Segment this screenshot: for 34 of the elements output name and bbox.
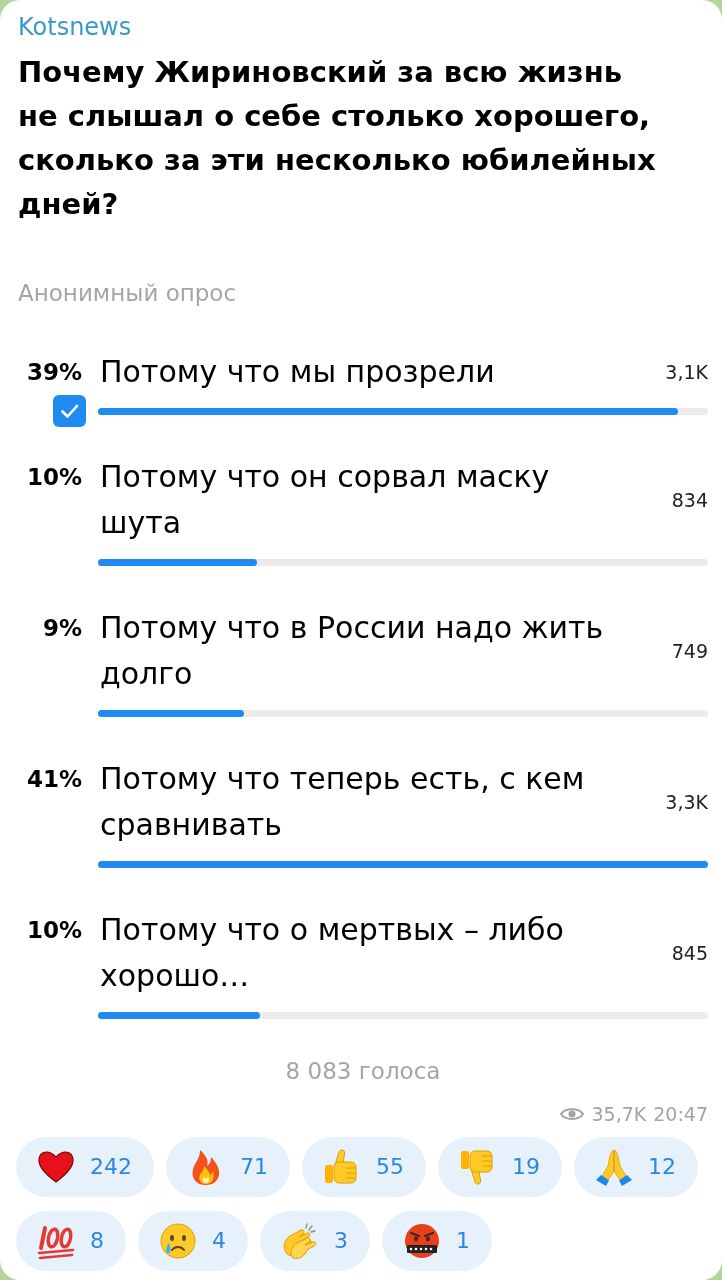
reaction-button[interactable]: 19 xyxy=(438,1137,562,1197)
vote-count: 3,3K xyxy=(665,790,708,814)
vote-count: 834 xyxy=(671,488,708,512)
option-percent: 41% xyxy=(25,765,82,794)
option-percent: 9% xyxy=(41,614,82,643)
view-count: 35,7K xyxy=(591,1102,647,1126)
reaction-button[interactable]: 4 xyxy=(138,1211,248,1271)
vote-count: 3,1K xyxy=(665,360,708,384)
option-text: Потому что он сорвал маску шута xyxy=(100,458,551,542)
reaction-button[interactable]: 242 xyxy=(16,1137,154,1197)
option-percent: 39% xyxy=(25,358,82,387)
cursing-face-icon xyxy=(402,1221,442,1261)
option-percent: 10% xyxy=(25,463,82,492)
praying-hands-icon xyxy=(594,1147,634,1187)
reaction-button[interactable]: 55 xyxy=(302,1137,426,1197)
crying-face-icon xyxy=(158,1221,198,1261)
poll-question: Почему Жириновский за всю жизнь не слышал о себе столько хорошего, сколько за эти несколько юбилейных дней? xyxy=(18,54,657,223)
option-text: Потому что в России надо жить долго xyxy=(100,609,605,693)
reaction-button[interactable]: 12 xyxy=(574,1137,698,1197)
channel-name[interactable]: Kotsnews xyxy=(18,12,132,42)
vote-count: 749 xyxy=(671,639,708,663)
option-text: Потому что мы прозрели xyxy=(100,353,496,391)
post-time: 20:47 xyxy=(653,1102,708,1126)
reaction-button[interactable]: 1 xyxy=(382,1211,492,1271)
eye-icon xyxy=(560,1106,585,1122)
vote-count: 845 xyxy=(671,941,708,965)
poll-type-label: Анонимный опрос xyxy=(18,279,237,308)
option-text: Потому что о мертвых – либо хорошо… xyxy=(100,911,565,995)
option-text: Потому что теперь есть, с кем сравнивать xyxy=(100,760,586,844)
reaction-button[interactable]: 8 xyxy=(16,1211,126,1271)
total-votes: 8 083 голоса xyxy=(285,1057,441,1086)
option-percent: 10% xyxy=(25,916,82,945)
reaction-button[interactable]: 71 xyxy=(166,1137,290,1197)
reaction-button[interactable]: 3 xyxy=(260,1211,370,1271)
